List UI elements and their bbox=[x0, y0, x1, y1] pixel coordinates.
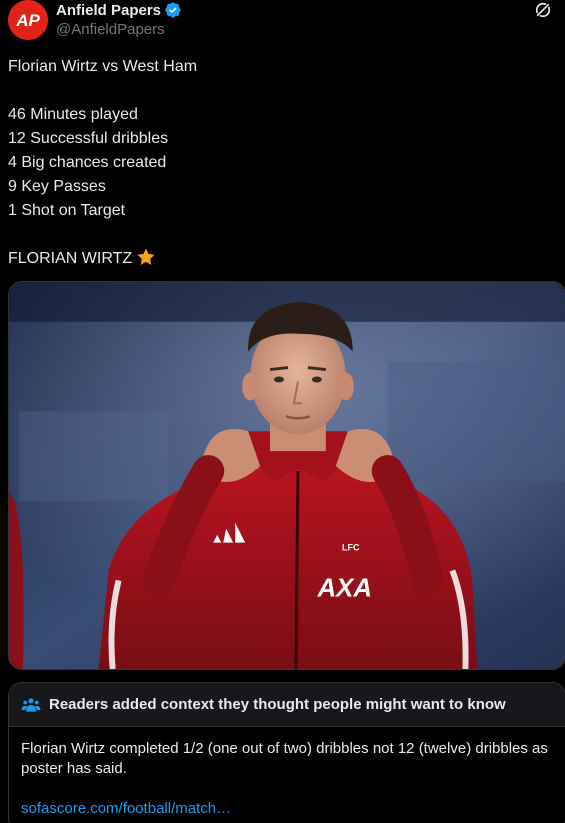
stat-line: 9 Key Passes bbox=[8, 178, 106, 195]
name-row: Anfield Papers bbox=[56, 0, 182, 20]
tweet-title-line: Florian Wirtz vs West Ham bbox=[8, 58, 198, 75]
stat-line: 1 Shot on Target bbox=[8, 202, 126, 219]
player-photo: LFC AXA bbox=[9, 282, 565, 669]
svg-text:AP: AP bbox=[15, 11, 40, 30]
community-note-source-link[interactable]: sofascore.com/football/match… bbox=[21, 799, 553, 819]
tweet-closing-line: FLORIAN WIRTZ bbox=[8, 250, 133, 267]
svg-text:LFC: LFC bbox=[342, 543, 360, 553]
grok-icon[interactable] bbox=[533, 0, 553, 20]
display-name[interactable]: Anfield Papers bbox=[56, 2, 161, 19]
star-emoji-icon bbox=[137, 248, 155, 265]
community-note-text: Florian Wirtz completed 1/2 (one out of … bbox=[21, 740, 548, 777]
svg-text:AXA: AXA bbox=[316, 574, 372, 602]
stat-line: 12 Successful dribbles bbox=[8, 130, 169, 147]
avatar-logo-icon: AP bbox=[8, 0, 48, 40]
stat-line: 4 Big chances created bbox=[8, 154, 167, 171]
verified-badge-icon bbox=[165, 2, 181, 18]
stat-line: 46 Minutes played bbox=[8, 106, 138, 123]
community-note: Readers added context they thought peopl… bbox=[8, 682, 565, 823]
avatar[interactable]: AP bbox=[8, 0, 48, 40]
community-note-header[interactable]: Readers added context they thought peopl… bbox=[9, 683, 565, 727]
people-group-icon bbox=[21, 697, 41, 712]
tweet-text: Florian Wirtz vs West Ham 46 Minutes pla… bbox=[8, 55, 548, 271]
user-handle[interactable]: @AnfieldPapers bbox=[56, 21, 165, 38]
community-note-body: Florian Wirtz completed 1/2 (one out of … bbox=[9, 727, 565, 819]
community-note-title: Readers added context they thought peopl… bbox=[49, 696, 506, 713]
tweet-header: AP Anfield Papers @AnfieldPapers bbox=[8, 0, 557, 44]
tweet-media-photo[interactable]: LFC AXA bbox=[8, 281, 565, 670]
